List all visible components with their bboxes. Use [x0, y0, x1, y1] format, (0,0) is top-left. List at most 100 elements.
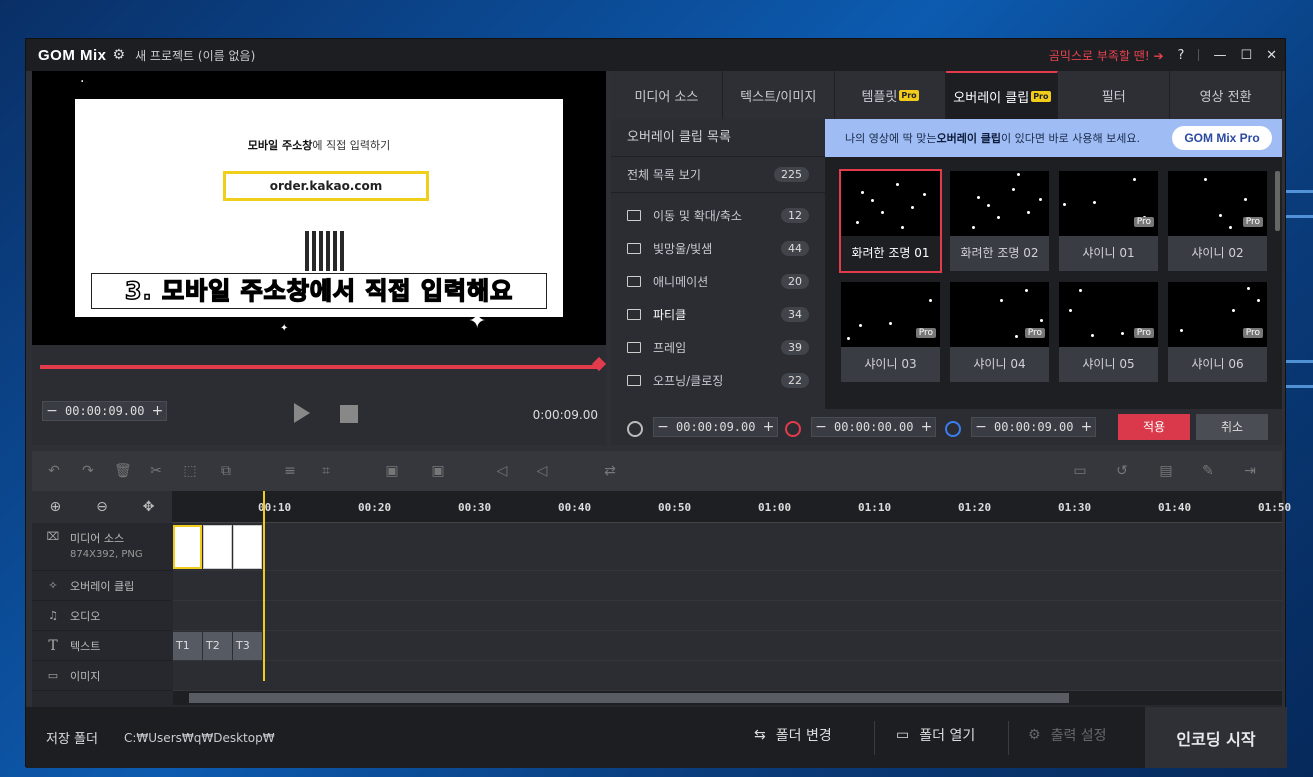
category-item[interactable]: 오프닝/클로징 22 — [611, 364, 825, 397]
scroll-thumb[interactable] — [189, 693, 1069, 703]
length-time-stepper[interactable]: − 00:00:00.00 + — [811, 417, 937, 437]
select-range-icon[interactable]: ⬚ — [182, 463, 198, 479]
minus-icon[interactable]: − — [43, 403, 61, 419]
category-item[interactable]: 선화 — [611, 397, 825, 407]
category-item[interactable]: 파티클 34 — [611, 298, 825, 331]
video-preview[interactable]: · 모바일 주소창에 직접 입력하기 order.kakao.com 3. 모바… — [32, 71, 606, 345]
length-time[interactable]: 00:00:00.00 — [830, 420, 917, 434]
overlay-clip-thumbnail[interactable]: Pro 샤이니 01 — [1059, 171, 1158, 271]
change-folder-button[interactable]: ⇆ 폴더 변경 — [754, 725, 832, 745]
undo-icon[interactable]: ↶ — [46, 463, 62, 479]
overlay-clip-thumbnail[interactable]: Pro 샤이니 03 — [841, 282, 940, 382]
close-button[interactable]: ✕ — [1266, 48, 1277, 63]
timeline-scrollbar[interactable] — [173, 691, 1282, 705]
category-item[interactable]: 빛망울/빛샘 44 — [611, 232, 825, 265]
timeline-zoom-controls: ⊕ ⊖ ✥ — [32, 491, 172, 523]
start-time-stepper[interactable]: − 00:00:09.00 + — [653, 417, 779, 437]
crop-icon[interactable]: ⌗ — [318, 463, 334, 479]
all-list-item[interactable]: 전체 목록 보기 225 — [611, 157, 825, 193]
mute-icon[interactable]: ◁ — [534, 463, 550, 479]
plus-icon[interactable]: + — [148, 403, 166, 419]
seek-handle[interactable] — [591, 356, 607, 372]
tab-3[interactable]: 오버레이 클립 Pro — [946, 71, 1059, 119]
star-dot — [1017, 173, 1020, 176]
new-project-icon[interactable]: ▭ — [1072, 463, 1088, 479]
tab-0[interactable]: 미디어 소스 — [611, 71, 723, 119]
image-out-icon[interactable]: ▣ — [430, 463, 446, 479]
overlay-lane[interactable] — [173, 571, 1282, 601]
overlay-clip-thumbnail[interactable]: Pro 샤이니 06 — [1168, 282, 1267, 382]
text-clip[interactable]: T2 — [203, 632, 232, 660]
plus-icon[interactable]: + — [1077, 419, 1095, 435]
tab-5[interactable]: 영상 전환 — [1170, 71, 1282, 119]
playhead[interactable] — [263, 491, 265, 681]
transition-icon[interactable]: ⇄ — [602, 463, 618, 479]
category-label: 프레임 — [653, 341, 687, 355]
plus-icon[interactable]: + — [759, 419, 777, 435]
apply-button[interactable]: 적용 — [1118, 414, 1190, 440]
image-lane[interactable] — [173, 661, 1282, 691]
minimize-button[interactable]: — — [1213, 48, 1226, 63]
text-clip[interactable]: T3 — [233, 632, 262, 660]
export-icon[interactable]: ⇥ — [1242, 463, 1258, 479]
overlay-clip-thumbnail[interactable]: Pro 샤이니 04 — [950, 282, 1049, 382]
stop-icon[interactable] — [340, 405, 358, 423]
category-item[interactable]: 이동 및 확대/축소 12 — [611, 199, 825, 232]
media-clip[interactable] — [203, 525, 232, 569]
promo-link[interactable]: 곰믹스로 부족할 땐! ➔ — [1049, 47, 1164, 64]
gom-mix-pro-logo[interactable]: GOM Mix Pro — [1172, 126, 1272, 150]
settings-gear-icon[interactable]: ⚙ — [113, 47, 126, 63]
save-icon[interactable]: ▤ — [1158, 463, 1174, 479]
play-icon[interactable] — [294, 403, 310, 423]
text-clip[interactable]: T1 — [173, 632, 202, 660]
current-time-stepper[interactable]: − 00:00:09.00 + — [42, 401, 168, 421]
pro-banner[interactable]: 나의 영상에 딱 맞는 오버레이 클립 이 있다면 바로 사용해 보세요. GOM… — [825, 119, 1282, 157]
plus-icon[interactable]: + — [917, 419, 935, 435]
title-bar[interactable]: GOM Mix ⚙ 새 프로젝트 (이름 없음) 곰믹스로 부족할 땐! ➔ ?… — [26, 39, 1285, 71]
open-project-icon[interactable]: ↺ — [1114, 463, 1130, 479]
help-button[interactable]: ? — [1178, 48, 1185, 63]
seek-bar[interactable] — [40, 356, 607, 372]
tab-1[interactable]: 텍스트/이미지 — [723, 71, 835, 119]
zoom-in-icon[interactable]: ⊕ — [49, 499, 61, 515]
start-time[interactable]: 00:00:09.00 — [672, 420, 759, 434]
overlay-clip-thumbnail[interactable]: 화려한 조명 02 — [950, 171, 1049, 271]
minus-icon[interactable]: − — [654, 419, 672, 435]
cancel-button[interactable]: 취소 — [1196, 414, 1268, 440]
media-clip[interactable] — [233, 525, 262, 569]
delete-icon[interactable]: 🗑 — [114, 463, 132, 479]
end-time-stepper[interactable]: − 00:00:09.00 + — [971, 417, 1097, 437]
overlay-clip-thumbnail[interactable]: 화려한 조명 01 — [839, 169, 942, 273]
redo-icon[interactable]: ↷ — [80, 463, 96, 479]
grid-scrollbar[interactable] — [1275, 171, 1280, 231]
minus-icon[interactable]: − — [812, 419, 830, 435]
audio-lane[interactable] — [173, 601, 1282, 631]
time-ruler[interactable]: 00:10 00:20 00:30 00:40 00:50 01:00 01:10 01:20… — [172, 491, 1291, 523]
overlay-clip-thumbnail[interactable]: Pro 샤이니 05 — [1059, 282, 1158, 382]
current-time[interactable]: 00:00:09.00 — [61, 404, 148, 418]
media-lane[interactable] — [173, 523, 1282, 571]
cut-icon[interactable]: ✂ — [148, 463, 164, 479]
open-folder-button[interactable]: ▭ 폴더 열기 — [896, 725, 975, 745]
category-item[interactable]: 프레임 39 — [611, 331, 825, 364]
output-settings-button[interactable]: ⚙ 출력 설정 — [1028, 725, 1107, 745]
adjust-icon[interactable]: ≡ — [282, 463, 298, 479]
tab-2[interactable]: 템플릿 Pro — [835, 71, 947, 119]
fit-icon[interactable]: ✥ — [143, 499, 155, 515]
save-as-icon[interactable]: ✎ — [1200, 463, 1216, 479]
category-item[interactable]: 애니메이션 20 — [611, 265, 825, 298]
ruler-tick-label: 00:50 — [658, 501, 692, 514]
start-encoding-button[interactable]: 인코딩 시작 — [1145, 707, 1287, 768]
end-time[interactable]: 00:00:09.00 — [990, 420, 1077, 434]
image-in-icon[interactable]: ▣ — [384, 463, 400, 479]
split-icon[interactable]: ⧉ — [218, 463, 234, 479]
volume-icon[interactable]: ◁ — [494, 463, 510, 479]
media-clip[interactable] — [173, 525, 202, 569]
text-lane[interactable]: T1 T2 T3 — [173, 631, 1282, 661]
minus-icon[interactable]: − — [972, 419, 990, 435]
folder-icon — [627, 342, 641, 353]
overlay-clip-thumbnail[interactable]: Pro 샤이니 02 — [1168, 171, 1267, 271]
maximize-button[interactable]: ☐ — [1240, 48, 1252, 63]
tab-4[interactable]: 필터 — [1058, 71, 1171, 119]
zoom-out-icon[interactable]: ⊖ — [96, 499, 108, 515]
